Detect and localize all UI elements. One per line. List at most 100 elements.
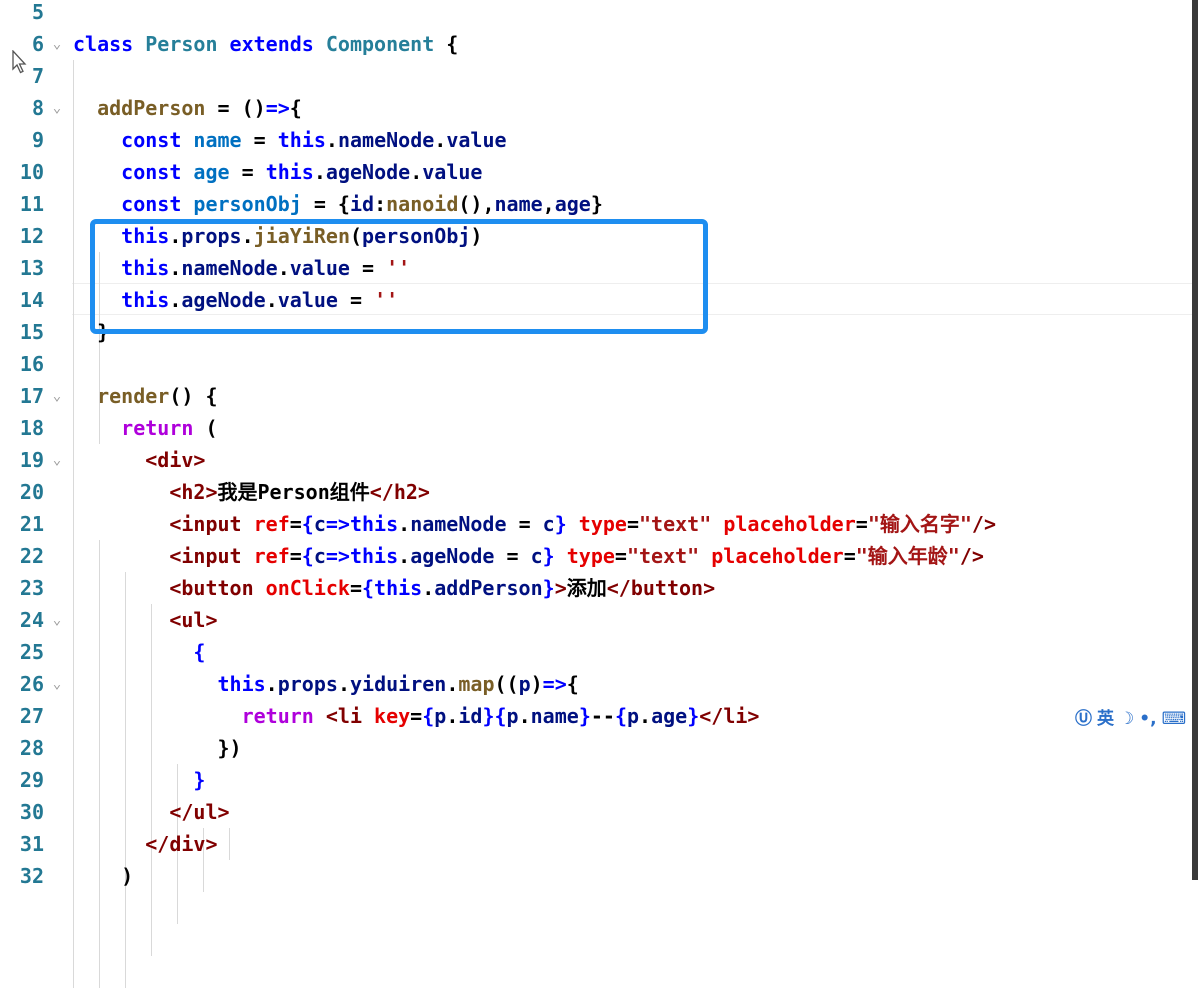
code-line[interactable]: 31 </div> <box>0 828 1190 860</box>
code-text[interactable]: <input ref={c=>this.ageNode = c} type="t… <box>73 540 984 572</box>
code-line[interactable]: 23 <button onClick={this.addPerson}>添加</… <box>0 572 1190 604</box>
code-text[interactable]: } <box>73 764 205 796</box>
code-text[interactable]: render() { <box>73 380 217 412</box>
code-token: 添加 <box>566 576 607 600</box>
code-editor[interactable]: 5 6 ⌄ class Person extends Component {7 8 ⌄ a… <box>0 0 1192 988</box>
code-token: placeholder <box>711 544 844 568</box>
code-line[interactable]: 21 <input ref={c=>this.nameNode = c} typ… <box>0 508 1190 540</box>
code-line[interactable]: 25 { <box>0 636 1190 668</box>
code-line[interactable]: 18 return ( <box>0 412 1190 444</box>
code-token: age <box>651 704 688 728</box>
line-number: 23 <box>19 576 44 600</box>
mouse-pointer-icon <box>12 50 27 74</box>
code-text[interactable]: addPerson = ()=>{ <box>73 92 302 124</box>
code-line[interactable]: 16 <box>0 348 1190 380</box>
code-token: = <box>253 128 278 152</box>
code-text[interactable]: const personObj = {id:nanoid(),name,age} <box>73 188 603 220</box>
ime-moon-icon[interactable]: ☽ <box>1119 709 1134 729</box>
code-token: . <box>446 672 459 696</box>
code-line[interactable]: 17 ⌄ render() { <box>0 380 1190 412</box>
code-text[interactable]: this.props.yiduiren.map((p)=>{ <box>73 668 579 700</box>
code-line[interactable]: 29 } <box>0 764 1190 796</box>
code-text[interactable]: return ( <box>73 412 217 444</box>
code-line[interactable]: 5 <box>0 0 1190 28</box>
fold-chevron-icon[interactable]: ⌄ <box>50 28 64 60</box>
fold-chevron-icon[interactable]: ⌄ <box>50 380 64 412</box>
code-token: } <box>193 768 206 792</box>
code-line[interactable]: 9 const name = this.nameNode.value <box>0 124 1190 156</box>
code-line[interactable]: 19 ⌄ <div> <box>0 444 1190 476</box>
code-text[interactable]: <h2>我是Person组件</h2> <box>73 476 430 508</box>
code-line[interactable]: 32 ) <box>0 860 1190 892</box>
code-text[interactable]: </div> <box>73 828 217 860</box>
code-text[interactable]: const name = this.nameNode.value <box>73 124 506 156</box>
code-token: "输入名字" <box>867 512 972 536</box>
fold-chevron-icon[interactable]: ⌄ <box>50 604 64 636</box>
code-token: <input <box>169 512 254 536</box>
code-line[interactable]: 7 <box>0 60 1190 92</box>
code-token: = <box>614 544 627 568</box>
code-token: ref <box>253 544 290 568</box>
fold-chevron-icon[interactable]: ⌄ <box>50 92 64 124</box>
code-token: yiduiren <box>349 672 447 696</box>
code-token: = <box>289 544 302 568</box>
code-token: name <box>530 704 579 728</box>
code-text[interactable]: class Person extends Component { <box>73 28 458 60</box>
code-line[interactable]: 8 ⌄ addPerson = ()=>{ <box>0 92 1190 124</box>
code-token: = <box>410 704 423 728</box>
code-token: const <box>121 192 194 216</box>
code-line[interactable]: 11 const personObj = {id:nanoid(),name,a… <box>0 188 1190 220</box>
code-text[interactable]: <div> <box>73 444 205 476</box>
line-number: 15 <box>19 320 44 344</box>
ime-keyboard-icon[interactable]: ⌨ <box>1162 709 1187 729</box>
code-token: /> <box>971 512 996 536</box>
line-number: 30 <box>19 800 44 824</box>
line-number: 25 <box>19 640 44 664</box>
code-token: c <box>542 512 555 536</box>
code-line[interactable]: 22 <input ref={c=>this.ageNode = c} type… <box>0 540 1190 572</box>
line-number: 10 <box>19 160 44 184</box>
ime-toolbar[interactable]: Ⓤ 英 ☽ •, ⌨ <box>1075 704 1195 734</box>
code-text[interactable]: <button onClick={this.addPerson}>添加</but… <box>73 572 715 604</box>
code-line[interactable]: 10 const age = this.ageNode.value <box>0 156 1190 188</box>
code-line[interactable]: 6 ⌄ class Person extends Component { <box>0 28 1190 60</box>
code-token: const <box>121 128 194 152</box>
ime-logo-icon[interactable]: Ⓤ <box>1075 709 1092 729</box>
fold-chevron-icon[interactable]: ⌄ <box>50 668 64 700</box>
code-line[interactable]: 24 ⌄ <ul> <box>0 604 1190 636</box>
code-token: value <box>422 160 483 184</box>
code-token: p <box>506 704 519 728</box>
code-text[interactable]: <input ref={c=>this.nameNode = c} type="… <box>73 508 996 540</box>
code-token: { <box>301 512 314 536</box>
code-text[interactable]: }) <box>73 732 241 764</box>
code-line[interactable]: 26 ⌄ this.props.yiduiren.map((p)=>{ <box>0 668 1190 700</box>
code-token: ) <box>73 864 134 888</box>
code-text[interactable]: ) <box>73 860 133 892</box>
code-text[interactable]: </ul> <box>73 796 229 828</box>
code-token: -- <box>590 704 615 728</box>
code-text[interactable]: <ul> <box>73 604 217 636</box>
fold-chevron-icon[interactable]: ⌄ <box>50 444 64 476</box>
code-text[interactable]: const age = this.ageNode.value <box>73 156 482 188</box>
code-token: Component <box>325 32 447 56</box>
code-text[interactable]: { <box>73 636 205 668</box>
code-line[interactable]: 20 <h2>我是Person组件</h2> <box>0 476 1190 508</box>
code-text[interactable]: return <li key={p.id}{p.name}--{p.age}</… <box>73 700 760 732</box>
ime-punctuation-icon[interactable]: •, <box>1139 709 1156 729</box>
window-edge <box>1192 0 1198 880</box>
code-token: map <box>458 672 495 696</box>
ime-language-toggle[interactable]: 英 <box>1097 709 1114 729</box>
code-line[interactable]: 28 }) <box>0 732 1190 764</box>
code-token: </li> <box>699 704 760 728</box>
line-number: 28 <box>19 736 44 760</box>
code-line[interactable]: 27 return <li key={p.id}{p.name}--{p.age… <box>0 700 1190 732</box>
code-token: props <box>277 672 338 696</box>
code-line[interactable]: 30 </ul> <box>0 796 1190 828</box>
